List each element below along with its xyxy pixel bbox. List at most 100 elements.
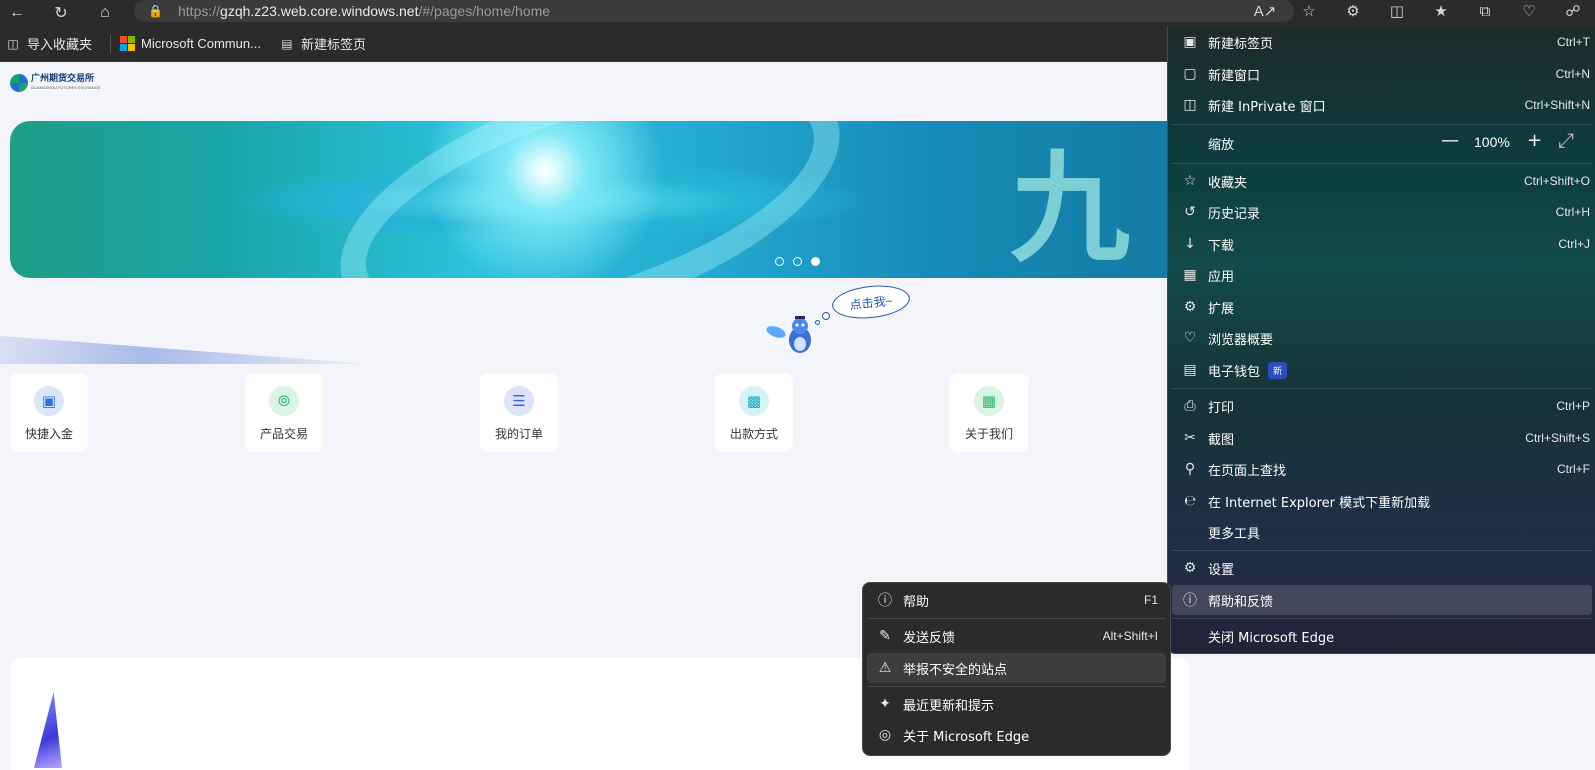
trade-icon: ⦾ [269, 386, 299, 416]
menu-downloads[interactable]: ↓ 下载 Ctrl+J [1172, 229, 1592, 259]
copilot-icon[interactable]: ☍ [1551, 0, 1595, 22]
edge-settings-menu: ▣ 新建标签页 Ctrl+T ▢ 新建窗口 Ctrl+N ◫ 新建 InPrivate 窗… [1167, 26, 1595, 654]
menu-history[interactable]: ↺ 历史记录 Ctrl+H [1172, 197, 1592, 227]
menu-ie-mode[interactable]: ℮ 在 Internet Explorer 模式下重新加载 [1172, 486, 1592, 516]
menu-divider [1172, 618, 1592, 619]
menu-new-window[interactable]: ▢ 新建窗口 Ctrl+N [1172, 59, 1592, 89]
card-decoration [34, 692, 62, 768]
feedback-icon: ✎ [879, 628, 891, 644]
microsoft-logo-icon [119, 36, 135, 52]
help-feedback-submenu: ⓘ 帮助 F1 ✎ 发送反馈 Alt+Shift+I ⚠ 举报不安全的站点 ✦ 最近更新和提… [862, 582, 1171, 756]
split-screen-icon[interactable]: ◫ [1375, 0, 1419, 22]
lock-icon[interactable]: 🔒 [148, 4, 163, 18]
url-text[interactable]: https://gzqh.z23.web.core.windows.net/#/… [178, 3, 550, 19]
menu-help-and-feedback[interactable]: ⓘ 帮助和反馈 [1172, 585, 1592, 615]
menu-favorites[interactable]: ☆ 收藏夹 Ctrl+Shift+O [1172, 166, 1592, 196]
carousel-dot-active[interactable] [811, 257, 820, 266]
mascot-speech-bubble[interactable]: 点击我~ [830, 282, 912, 322]
menu-close-edge[interactable]: 关闭 Microsoft Edge [1172, 621, 1592, 651]
menu-print[interactable]: ⎙ 打印 Ctrl+P [1172, 391, 1592, 421]
new-tab-icon: ▤ [281, 36, 293, 51]
read-aloud-icon[interactable]: A↗ [1243, 0, 1287, 22]
menu-divider [1172, 550, 1592, 551]
warning-icon: ⚠ [878, 660, 892, 676]
menu-settings[interactable]: ⚙ 设置 [1172, 553, 1592, 583]
menu-more-tools[interactable]: 更多工具 [1172, 517, 1592, 547]
logo-title: 广州期货交易所 [31, 73, 95, 83]
deposit-icon: ▣ [34, 386, 64, 416]
zoom-out-button[interactable]: — [1441, 130, 1459, 151]
import-icon: ◫ [7, 36, 19, 51]
extensions-icon[interactable]: ⚙ [1331, 0, 1375, 22]
submenu-divider [867, 618, 1166, 619]
carousel-dot[interactable] [775, 257, 784, 266]
whats-new-icon: ✦ [879, 696, 891, 712]
exchange-logo[interactable]: 广州期货交易所 GUANGZHOU FUTURES EXCHANGE [10, 74, 101, 92]
apps-icon: ▦ [1183, 267, 1197, 283]
settings-icon: ⚙ [1183, 560, 1197, 576]
menu-extensions[interactable]: ⚙ 扩展 [1172, 292, 1592, 322]
download-icon: ↓ [1184, 236, 1196, 252]
fullscreen-icon[interactable]: ⤢ [1558, 128, 1574, 152]
submenu-whats-new[interactable]: ✦ 最近更新和提示 [867, 689, 1166, 719]
banner-calligraphy: 九 [1010, 138, 1130, 278]
submenu-send-feedback[interactable]: ✎ 发送反馈 Alt+Shift+I [867, 621, 1166, 651]
quick-action-orders[interactable]: ☰ 我的订单 [480, 373, 558, 452]
submenu-report-unsafe-site[interactable]: ⚠ 举报不安全的站点 [867, 653, 1166, 683]
menu-browser-essentials[interactable]: ♡ 浏览器概要 [1172, 323, 1592, 353]
menu-find-on-page[interactable]: ⚲ 在页面上查找 Ctrl+F [1172, 454, 1592, 484]
favorite-import[interactable]: ◫ 导入收藏夹 [5, 34, 92, 53]
extensions-icon: ⚙ [1183, 299, 1197, 315]
quick-action-about[interactable]: ▦ 关于我们 [950, 373, 1028, 452]
logo-mark [10, 74, 28, 92]
new-window-icon: ▢ [1183, 66, 1197, 82]
menu-divider [1172, 163, 1592, 164]
order-icon: ☰ [504, 386, 534, 416]
zoom-level: 100% [1474, 134, 1510, 150]
screenshot-icon: ✂ [1184, 430, 1196, 446]
back-icon[interactable]: ← [0, 0, 34, 26]
withdraw-icon: ▩ [739, 386, 769, 416]
banner-swirl [308, 121, 872, 278]
favorite-star-icon[interactable]: ☆ [1287, 0, 1331, 22]
submenu-about-edge[interactable]: ◎ 关于 Microsoft Edge [867, 720, 1166, 750]
menu-new-tab[interactable]: ▣ 新建标签页 Ctrl+T [1172, 27, 1592, 57]
submenu-help[interactable]: ⓘ 帮助 F1 [867, 585, 1166, 615]
quick-action-trade[interactable]: ⦾ 产品交易 [245, 373, 323, 452]
refresh-icon[interactable]: ↻ [44, 0, 78, 26]
browser-essentials-icon: ♡ [1183, 330, 1197, 346]
menu-wallet[interactable]: ▤ 电子钱包新 [1172, 355, 1592, 385]
quick-action-deposit[interactable]: ▣ 快捷入金 [10, 373, 88, 452]
browser-toolbar: ← ↻ ⌂ 🔒 https://gzqh.z23.web.core.window… [0, 0, 1595, 26]
new-badge: 新 [1268, 361, 1288, 379]
carousel-dots [775, 257, 829, 266]
home-icon[interactable]: ⌂ [88, 0, 122, 26]
menu-screenshot[interactable]: ✂ 截图 Ctrl+Shift+S [1172, 423, 1592, 453]
print-icon: ⎙ [1184, 398, 1196, 414]
menu-divider [1172, 388, 1592, 389]
wallet-icon: ▤ [1183, 362, 1197, 378]
favorites-icon[interactable]: ★ [1419, 0, 1463, 22]
browser-essentials-icon[interactable]: ♡ [1507, 0, 1551, 22]
quick-action-withdraw[interactable]: ▩ 出款方式 [715, 373, 793, 452]
address-bar[interactable]: 🔒 https://gzqh.z23.web.core.windows.net/… [134, 0, 1294, 22]
zoom-in-button[interactable]: + [1527, 130, 1542, 151]
inprivate-icon: ◫ [1183, 97, 1197, 113]
new-tab-icon: ▣ [1183, 34, 1197, 50]
find-icon: ⚲ [1184, 461, 1196, 477]
edge-logo-icon: ◎ [878, 727, 892, 743]
carousel-dot[interactable] [793, 257, 802, 266]
logo-subtitle: GUANGZHOU FUTURES EXCHANGE [31, 85, 101, 90]
submenu-divider [867, 686, 1166, 687]
help-icon: ⓘ [1183, 593, 1197, 609]
collections-icon[interactable]: ⧉ [1463, 0, 1507, 22]
menu-apps[interactable]: ▦ 应用 [1172, 260, 1592, 290]
about-icon: ▦ [974, 386, 1004, 416]
decorative-ribbon [0, 336, 370, 364]
hero-banner[interactable]: 九 [10, 121, 1190, 278]
bubble-dot [815, 320, 820, 325]
favorite-microsoft-community[interactable]: Microsoft Commun... [119, 36, 261, 52]
favorite-new-tab[interactable]: ▤ 新建标签页 [279, 34, 366, 53]
menu-new-inprivate-window[interactable]: ◫ 新建 InPrivate 窗口 Ctrl+Shift+N [1172, 90, 1592, 120]
mascot-image[interactable] [762, 314, 822, 358]
